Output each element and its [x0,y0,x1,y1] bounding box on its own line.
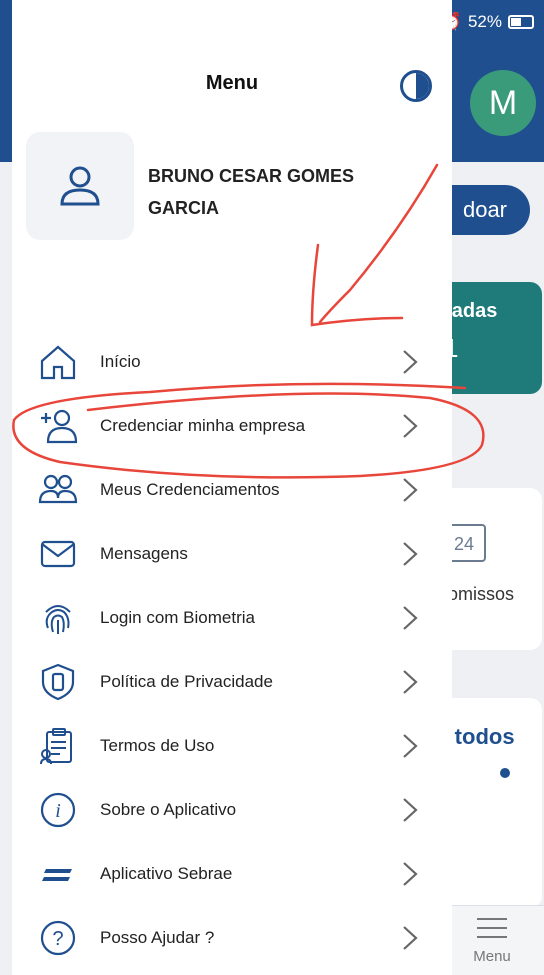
card-value: 1 [444,333,542,364]
mail-icon [36,532,80,576]
menu-item-credenciar[interactable]: Credenciar minha empresa [12,394,452,458]
avatar[interactable]: M [470,70,536,136]
sebrae-icon [36,852,80,896]
card-label: romissos [442,584,515,604]
menu-item-label: Política de Privacidade [100,672,273,691]
menu-list: Início Credenciar minha empresa Meus Cre… [12,330,452,970]
indicator-dot [500,768,510,778]
menu-item-privacidade[interactable]: Política de Privacidade [12,650,452,714]
menu-item-label: Meus Credenciamentos [100,480,280,499]
menu-item-label: Aplicativo Sebrae [100,864,233,883]
users-icon [36,468,80,512]
tab-menu[interactable]: Menu [440,905,544,975]
menu-item-label: Posso Ajudar ? [100,928,215,947]
chevron-right-icon [396,861,424,887]
theme-toggle-icon[interactable] [400,70,432,102]
chevron-right-icon [396,605,424,631]
side-drawer: Menu BRUNO CESAR GOMES GARCIA Início Cre… [12,0,452,975]
menu-item-biometria[interactable]: Login com Biometria [12,586,452,650]
chevron-right-icon [396,669,424,695]
menu-item-meus-credenciamentos[interactable]: Meus Credenciamentos [12,458,452,522]
menu-item-label: Login com Biometria [100,608,255,627]
tab-label: Menu [473,948,511,965]
menu-title: Menu [205,72,259,94]
menu-item-inicio[interactable]: Início [12,330,452,394]
menu-item-label: Termos de Uso [100,736,215,755]
chevron-right-icon [396,733,424,759]
chevron-right-icon [396,541,424,567]
svg-text:i: i [55,800,61,822]
shield-phone-icon [36,660,80,704]
card-title: radas [444,300,498,322]
user-name: BRUNO CESAR GOMES GARCIA [148,166,355,218]
battery-icon [508,15,534,29]
menu-item-sobre[interactable]: i Sobre o Aplicativo [12,778,452,842]
profile-avatar[interactable] [26,132,134,240]
see-all-link[interactable]: r todos [440,724,542,750]
chevron-right-icon [396,349,424,375]
menu-item-sebrae[interactable]: Aplicativo Sebrae [12,842,452,906]
clipboard-icon [36,724,80,768]
menu-item-ajuda[interactable]: ? Posso Ajudar ? [12,906,452,970]
chevron-right-icon [396,797,424,823]
battery-percent: 52% [467,12,502,31]
info-icon: i [36,788,80,832]
menu-item-label: Sobre o Aplicativo [100,800,237,819]
fingerprint-icon [36,596,80,640]
menu-item-label: Mensagens [100,544,188,563]
menu-item-termos[interactable]: Termos de Uso [12,714,452,778]
hamburger-icon [477,918,507,938]
user-icon [60,166,100,206]
home-icon [36,340,80,384]
chevron-right-icon [396,413,424,439]
add-user-icon [36,404,80,448]
chevron-right-icon [396,925,424,951]
svg-text:?: ? [52,928,63,950]
status-bar: ⏰ 52% [441,12,534,32]
menu-item-label: Início [100,352,141,371]
menu-item-mensagens[interactable]: Mensagens [12,522,452,586]
menu-item-label: Credenciar minha empresa [100,416,306,435]
help-icon: ? [36,916,80,960]
chevron-right-icon [396,477,424,503]
